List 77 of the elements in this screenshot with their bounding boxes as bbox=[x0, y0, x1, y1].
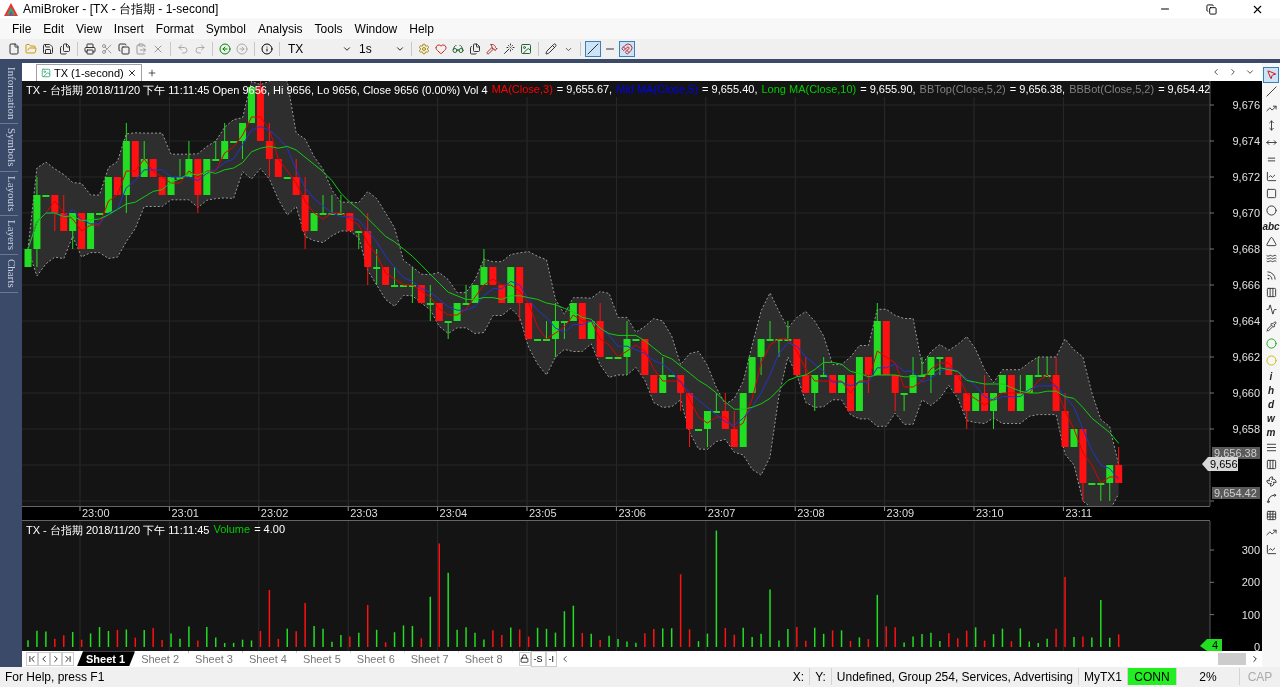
price-marker: 9,656.38 bbox=[1212, 446, 1260, 459]
legend-text: = 9,656.38, bbox=[1009, 82, 1066, 97]
legend-text: Volume bbox=[213, 522, 251, 537]
sidebar-tab[interactable]: Layers bbox=[0, 216, 18, 256]
letter-tool[interactable]: d bbox=[1267, 397, 1275, 411]
letter-tool[interactable]: m bbox=[1266, 425, 1276, 439]
legend-text: BBBot(Close,5,2) bbox=[1069, 82, 1155, 97]
axis-label: 0 bbox=[1253, 640, 1260, 651]
axis-label: 23:03 bbox=[350, 506, 378, 519]
status-cpu-text: 2% bbox=[1176, 668, 1239, 686]
menu-item[interactable]: View bbox=[70, 21, 108, 36]
sheet-toolbar-button[interactable]: -I bbox=[545, 650, 558, 667]
axis-label: 23:01 bbox=[171, 506, 199, 519]
legend-text: = 9,655.40, bbox=[702, 82, 758, 97]
sidebar-tab[interactable]: Charts bbox=[0, 255, 18, 293]
menu-item[interactable]: Edit bbox=[37, 21, 71, 36]
axis-label: 23:02 bbox=[260, 506, 289, 519]
axis-label: 23:05 bbox=[529, 506, 557, 519]
price-marker: 9,654.42 bbox=[1212, 486, 1260, 499]
menu-item[interactable]: File bbox=[6, 21, 38, 36]
status-x-text: X: bbox=[791, 668, 806, 686]
axis-label: 9,658 bbox=[1232, 422, 1260, 435]
menu-item[interactable]: Analysis bbox=[251, 21, 309, 36]
axis-label: 23:10 bbox=[976, 506, 1004, 519]
sidebar-tab[interactable]: Information bbox=[0, 62, 18, 125]
axis-label: 23:07 bbox=[707, 506, 736, 519]
axis-label: 9,672 bbox=[1232, 170, 1260, 183]
axis-label: 9,666 bbox=[1232, 278, 1260, 291]
text-tool[interactable]: abc bbox=[1262, 219, 1280, 233]
sheet-tab[interactable]: Sheet 1 bbox=[77, 651, 136, 667]
connection-indicator: CONN bbox=[1127, 668, 1176, 686]
sheet-toolbar-button[interactable]: -S bbox=[530, 650, 546, 667]
axis-label: 9,670 bbox=[1232, 206, 1260, 219]
axis-label: 9,662 bbox=[1232, 350, 1260, 363]
status-info-text: Undefined, Group 254, Services, Advertising bbox=[830, 668, 1078, 686]
axis-label: 9,674 bbox=[1232, 134, 1260, 147]
axis-label: 23:00 bbox=[82, 506, 110, 519]
menu-item[interactable]: Help bbox=[403, 21, 440, 36]
axis-label: 23:06 bbox=[618, 506, 646, 519]
legend-text: = 9,655.67, bbox=[556, 82, 613, 97]
legend-text: = 9,655.90, bbox=[860, 82, 916, 97]
axis-label: 100 bbox=[1241, 608, 1260, 621]
status-help-text: For Help, press F1 bbox=[4, 668, 106, 686]
menu-item[interactable]: Format bbox=[149, 21, 200, 36]
letter-tool[interactable]: w bbox=[1267, 411, 1275, 425]
menu-item[interactable]: Window bbox=[348, 21, 404, 36]
legend-text: Long MA(Close,10) bbox=[761, 82, 857, 97]
tab-label[interactable]: TX (1-second) bbox=[54, 66, 124, 79]
axis-label: 300 bbox=[1241, 543, 1260, 556]
letter-tool[interactable]: h bbox=[1267, 383, 1275, 397]
status-y-text: Y: bbox=[809, 668, 831, 686]
legend-text: = 9,654.42 bbox=[1158, 82, 1211, 97]
caps-indicator: CAP bbox=[1239, 668, 1280, 686]
axis-label: 23:08 bbox=[797, 506, 825, 519]
letter-tool[interactable]: i bbox=[1269, 369, 1273, 383]
legend-text: MA(Close,3) bbox=[491, 82, 553, 97]
legend-text: TX - 台指期 2018/11/20 下午 11:11:45 Open 9656, Hi 9656, Lo 9656, Close 9656 (0.00%) Vol 4 bbox=[26, 82, 488, 98]
axis-label: 200 bbox=[1241, 575, 1260, 588]
axis-label: 9,676 bbox=[1232, 98, 1260, 111]
legend-text: = 4.00 bbox=[254, 522, 286, 537]
menu-item[interactable]: Tools bbox=[308, 21, 349, 36]
window-title: AmiBroker - [TX - 台指期 - 1-second] bbox=[23, 0, 220, 18]
axis-label: 23:04 bbox=[439, 506, 468, 519]
axis-label: 23:11 bbox=[1065, 506, 1093, 519]
axis-label: 9,664 bbox=[1232, 314, 1260, 327]
menu-item[interactable]: Symbol bbox=[199, 21, 252, 36]
sidebar-tab[interactable]: Layouts bbox=[0, 171, 18, 217]
menu-item[interactable]: Insert bbox=[107, 21, 150, 36]
legend-text: TX - 台指期 2018/11/20 下午 11:11:45 bbox=[26, 522, 210, 538]
axis-label: 9,668 bbox=[1232, 242, 1260, 255]
volume-marker: 4 bbox=[1200, 638, 1222, 651]
legend-text: Mid MA(Close,5) bbox=[616, 82, 699, 97]
axis-label: 23:09 bbox=[886, 506, 915, 519]
axis-label: 9,660 bbox=[1232, 386, 1260, 399]
chart-tab[interactable]: TX (1-second) bbox=[36, 63, 142, 81]
sidebar-tab[interactable]: Symbols bbox=[0, 124, 18, 172]
legend-text: BBTop(Close,5,2) bbox=[919, 82, 1006, 97]
